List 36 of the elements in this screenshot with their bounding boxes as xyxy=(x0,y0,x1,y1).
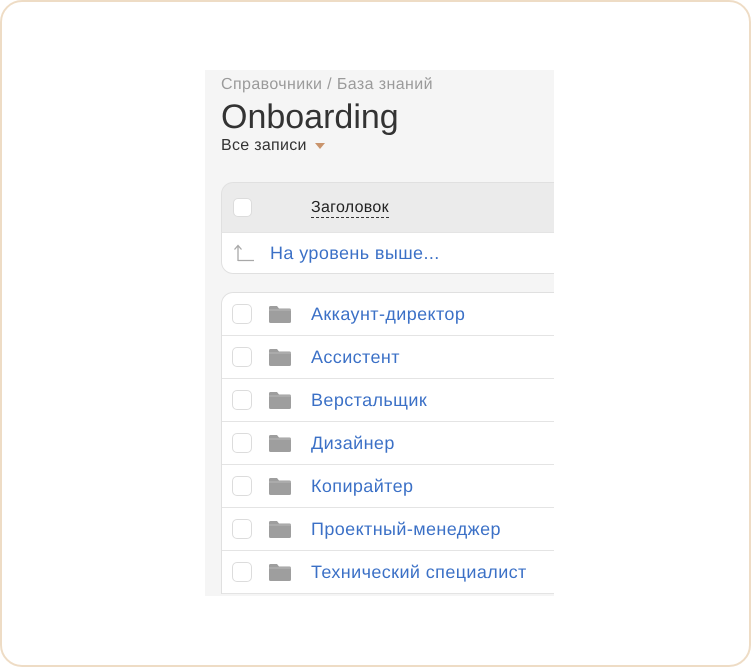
folder-row[interactable]: Копирайтер xyxy=(222,465,554,508)
folder-row[interactable]: Проектный-менеджер xyxy=(222,508,554,551)
checkbox[interactable] xyxy=(232,476,252,496)
checkbox[interactable] xyxy=(232,304,252,324)
checkbox[interactable] xyxy=(232,433,252,453)
folder-icon xyxy=(269,564,291,580)
folder-name-link[interactable]: Аккаунт-директор xyxy=(311,304,466,324)
checkbox[interactable] xyxy=(232,562,252,582)
folder-name-link[interactable]: Технический специалист xyxy=(311,562,527,582)
folder-icon xyxy=(269,520,291,538)
page-title: Onboarding xyxy=(221,99,399,135)
folder-icon xyxy=(269,392,291,408)
up-arrow-icon xyxy=(233,244,255,262)
folder-row[interactable]: Технический специалист xyxy=(222,551,554,594)
folder-name-link[interactable]: Копирайтер xyxy=(311,476,414,496)
checkbox[interactable] xyxy=(232,390,252,410)
folder-icon xyxy=(269,478,291,494)
folder-row[interactable]: Дизайнер xyxy=(222,422,554,465)
filter-dropdown[interactable]: Все записи xyxy=(221,136,325,155)
folder-icon xyxy=(269,434,291,452)
checkbox[interactable] xyxy=(232,519,252,539)
folder-icon xyxy=(269,306,291,322)
folder-name-link[interactable]: Дизайнер xyxy=(311,432,395,454)
column-header[interactable]: Заголовок xyxy=(311,198,389,218)
folder-name-link[interactable]: Ассистент xyxy=(311,346,400,368)
checkbox[interactable] xyxy=(232,347,252,367)
folder-row[interactable]: Аккаунт-директор xyxy=(222,293,554,336)
checkbox[interactable] xyxy=(233,198,252,217)
up-level-link[interactable]: На уровень выше... xyxy=(270,242,440,264)
folder-row[interactable]: Ассистент xyxy=(222,336,554,379)
folder-row[interactable]: Верстальщик xyxy=(222,379,554,422)
folder-icon xyxy=(269,348,291,366)
caret-icon xyxy=(314,142,325,148)
breadcrumb[interactable]: Справочники / База знаний xyxy=(221,75,433,94)
folder-name-link[interactable]: Верстальщик xyxy=(311,390,428,410)
folder-name-link[interactable]: Проектный-менеджер xyxy=(311,518,501,540)
